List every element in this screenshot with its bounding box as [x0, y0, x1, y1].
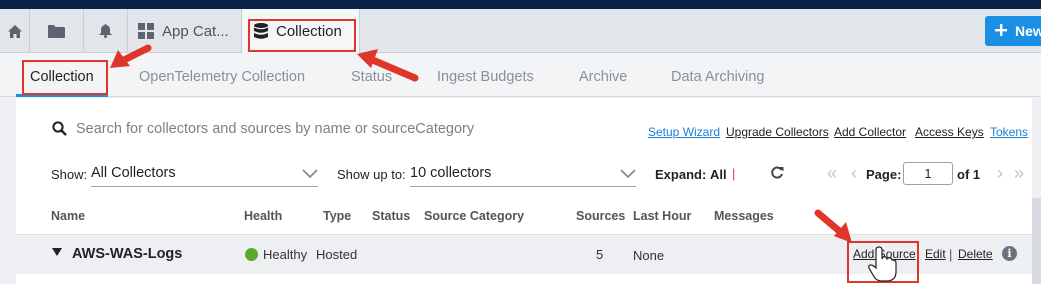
tab-home[interactable]	[0, 9, 30, 53]
page-total: of 1	[957, 167, 981, 182]
info-icon[interactable]: i	[1002, 246, 1017, 261]
expand-all-link[interactable]: All	[710, 167, 727, 182]
page-number-value: 1	[924, 166, 932, 181]
collector-health: Healthy	[263, 247, 308, 262]
column-header-messages[interactable]: Messages	[714, 209, 774, 223]
expand-label: Expand:	[655, 167, 707, 182]
search-input[interactable]	[76, 117, 596, 141]
new-button-label: New	[1015, 23, 1041, 39]
collector-last-hour: None	[633, 248, 665, 263]
tokens-link[interactable]: Tokens	[990, 125, 1028, 139]
subtab-opentelemetry-collection[interactable]: OpenTelemetry Collection	[139, 69, 305, 85]
grid-icon	[138, 23, 154, 39]
show-select[interactable]: All Collectors	[91, 163, 318, 187]
edit-link[interactable]: Edit	[925, 247, 946, 261]
page-number-input[interactable]: 1	[903, 162, 953, 185]
highlight-box-add-source	[847, 241, 919, 283]
setup-wizard-link[interactable]: Setup Wizard	[648, 125, 720, 139]
upgrade-collectors-link[interactable]: Upgrade Collectors	[726, 125, 829, 139]
collapse-triangle-icon[interactable]	[52, 248, 62, 256]
subtab-data-archiving[interactable]: Data Archiving	[671, 69, 765, 85]
tab-alerts[interactable]	[84, 9, 128, 53]
main-tab-bar: App Cat... Collection New	[0, 9, 1041, 54]
last-page-icon[interactable]: »	[1014, 163, 1024, 184]
column-header-last-hour[interactable]: Last Hour	[633, 209, 691, 223]
action-separator: |	[949, 247, 953, 262]
folder-icon	[48, 24, 65, 38]
tab-app-catalog-label: App Cat...	[162, 22, 229, 40]
page-label: Page:	[866, 167, 902, 182]
collector-sources-count: 5	[596, 247, 604, 262]
collector-name[interactable]: AWS-WAS-Logs	[72, 246, 182, 262]
column-header-type[interactable]: Type	[323, 209, 351, 223]
column-header-status[interactable]: Status	[372, 209, 410, 223]
access-keys-link[interactable]: Access Keys	[915, 125, 984, 139]
delete-link[interactable]: Delete	[958, 247, 993, 261]
expand-separator: |	[732, 166, 736, 181]
collector-type: Hosted	[316, 247, 358, 262]
collection-subnav: Collection OpenTelemetry Collection Stat…	[0, 53, 1041, 97]
highlight-box-collection-subtab	[22, 60, 108, 95]
app-header-strip	[0, 0, 1041, 9]
refresh-icon[interactable]	[770, 166, 784, 185]
show-up-to-select[interactable]: 10 collectors	[410, 163, 636, 187]
chevron-down-icon	[620, 167, 636, 183]
column-header-sources[interactable]: Sources	[576, 209, 625, 223]
first-page-icon[interactable]: «	[827, 163, 837, 184]
show-label: Show:	[51, 167, 88, 182]
show-select-value: All Collectors	[91, 165, 176, 181]
chevron-down-icon	[302, 167, 318, 183]
vertical-scrollbar[interactable]	[1032, 198, 1041, 284]
show-up-to-select-value: 10 collectors	[410, 165, 492, 181]
add-collector-link[interactable]: Add Collector	[834, 125, 906, 139]
subtab-archive[interactable]: Archive	[579, 69, 627, 85]
tab-library[interactable]	[30, 9, 84, 53]
plus-icon	[995, 23, 1007, 39]
new-button[interactable]: New	[985, 16, 1041, 46]
show-up-to-label: Show up to:	[337, 167, 406, 182]
previous-page-icon[interactable]: ‹	[851, 163, 857, 184]
subtab-ingest-budgets[interactable]: Ingest Budgets	[437, 69, 534, 85]
home-icon	[7, 24, 22, 38]
next-page-icon[interactable]: ›	[997, 163, 1003, 184]
health-status-icon	[245, 248, 258, 261]
subtab-status[interactable]: Status	[351, 69, 392, 85]
bell-icon	[99, 24, 112, 38]
column-header-source-category[interactable]: Source Category	[424, 209, 524, 223]
highlight-box-collection-tab	[248, 19, 356, 52]
column-header-name[interactable]: Name	[51, 209, 85, 223]
tab-app-catalog[interactable]: App Cat...	[128, 9, 242, 53]
search-icon[interactable]	[52, 121, 67, 141]
column-header-health[interactable]: Health	[244, 209, 282, 223]
